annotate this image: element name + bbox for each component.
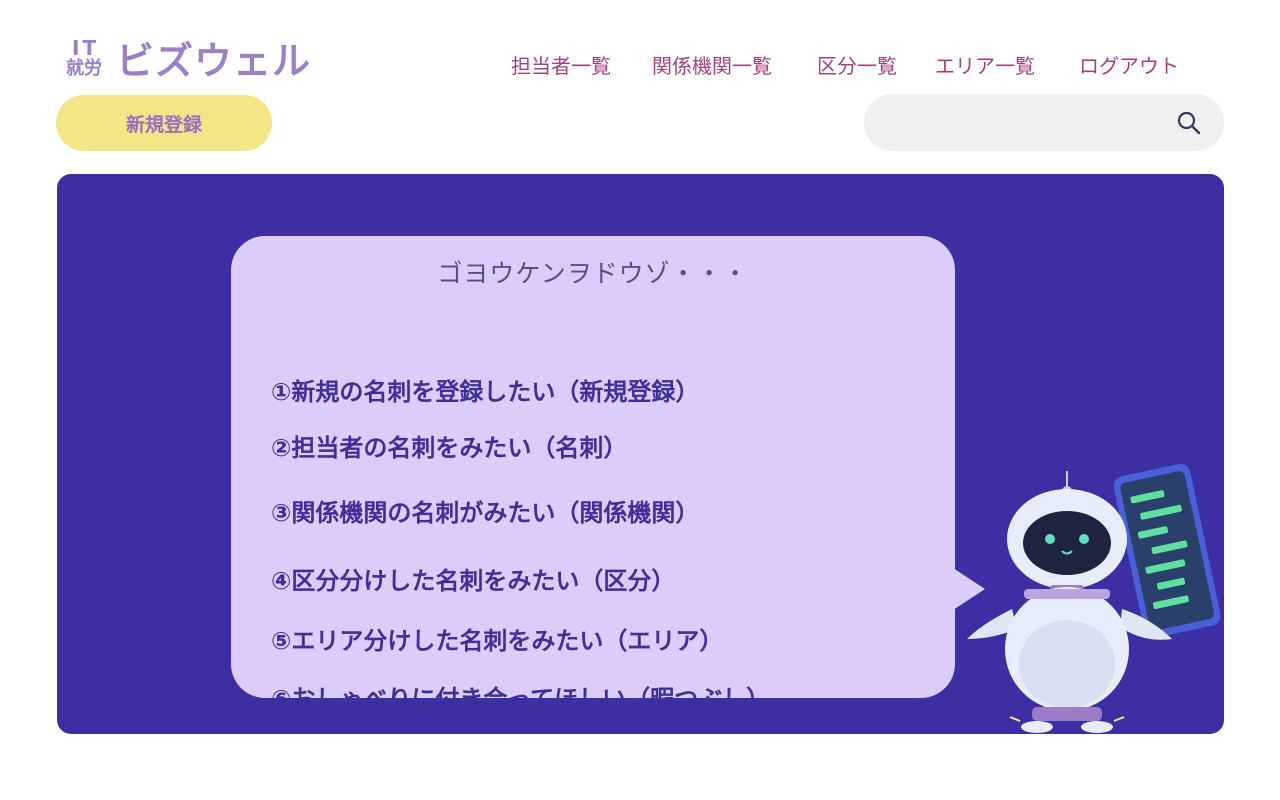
menu-item-organizations[interactable]: ③関係機関の名刺がみたい（関係機関） xyxy=(271,497,699,529)
search-icon[interactable] xyxy=(1176,110,1202,136)
menu-item-categories[interactable]: ④区分分けした名刺をみたい（区分） xyxy=(271,565,675,597)
menu-item-staff-cards[interactable]: ②担当者の名刺をみたい（名刺） xyxy=(271,432,627,464)
nav-item-staff-list[interactable]: 担当者一覧 xyxy=(511,52,611,80)
robot-illustration xyxy=(967,463,1221,733)
search-bar xyxy=(864,94,1224,151)
nav-item-areas-list[interactable]: エリア一覧 xyxy=(935,52,1035,80)
main-nav: 担当者一覧 関係機関一覧 区分一覧 エリア一覧 ログアウト xyxy=(0,52,1280,82)
hero-panel: ゴヨウケンヲドウゾ・・・ ①新規の名刺を登録したい（新規登録） ②担当者の名刺を… xyxy=(57,174,1224,734)
menu-item-new-registration[interactable]: ①新規の名刺を登録したい（新規登録） xyxy=(271,376,699,408)
bubble-title: ゴヨウケンヲドウゾ・・・ xyxy=(437,259,749,288)
nav-item-logout[interactable]: ログアウト xyxy=(1079,52,1179,80)
search-input[interactable] xyxy=(886,94,1176,151)
speech-bubble: ゴヨウケンヲドウゾ・・・ ①新規の名刺を登録したい（新規登録） ②担当者の名刺を… xyxy=(231,236,985,713)
nav-item-organizations-list[interactable]: 関係機関一覧 xyxy=(652,52,772,80)
menu-item-chat[interactable]: ⑥おしゃべりに付き合ってほしい（暇つぶし） xyxy=(271,683,770,715)
new-registration-button[interactable]: 新規登録 xyxy=(56,95,272,151)
nav-item-categories-list[interactable]: 区分一覧 xyxy=(817,52,897,80)
menu-item-areas[interactable]: ⑤エリア分けした名刺をみたい（エリア） xyxy=(271,625,723,657)
page: IT 就労 ビズウェル 担当者一覧 関係機関一覧 区分一覧 エリア一覧 ログアウ… xyxy=(0,0,1280,800)
